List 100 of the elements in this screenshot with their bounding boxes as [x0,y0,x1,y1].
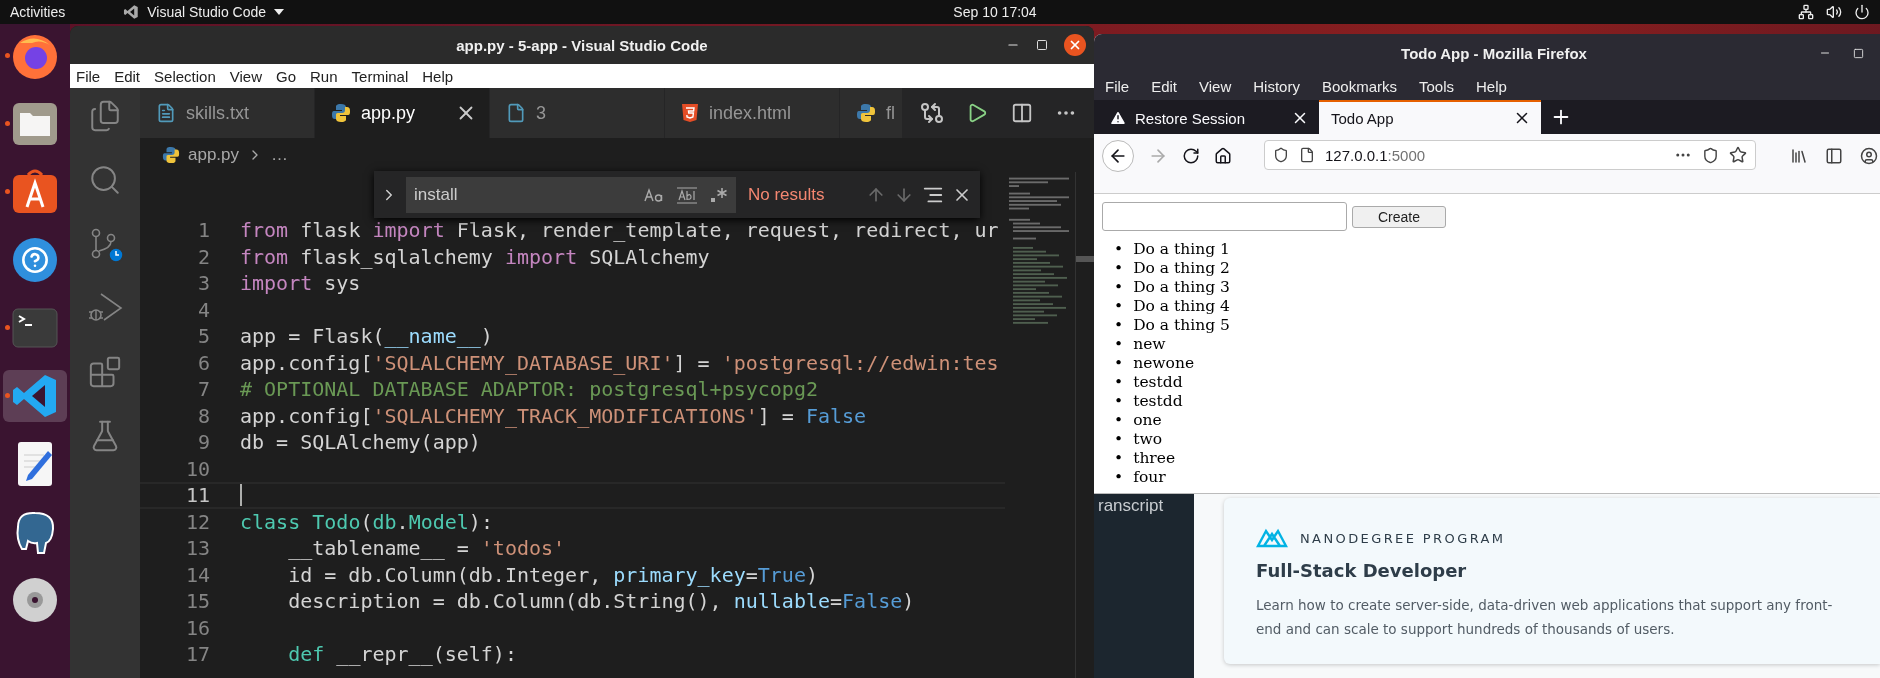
maximize-icon[interactable] [1036,39,1048,51]
account-icon[interactable] [1860,147,1878,165]
line-number: 17 [184,642,210,667]
logo-icon [1256,528,1288,548]
window-title: Todo App - Mozilla Firefox [1401,44,1587,62]
todo-item: testdd [1133,392,1183,411]
browser-tab[interactable]: Restore Session [1097,100,1319,134]
code-line: __tablename__ = 'todos' [287,536,566,561]
list-bullet: • [1114,240,1124,259]
menu-item[interactable]: Tools [1419,77,1454,95]
menu-item[interactable]: Help [422,67,454,85]
regex-icon[interactable] [710,185,728,204]
bookmark-star-icon[interactable] [1729,146,1747,164]
running-dot [5,121,10,126]
disc-icon[interactable] [10,575,60,625]
menu-item[interactable]: Selection [154,67,216,85]
list-bullet: • [1114,354,1124,373]
close-button[interactable] [1064,34,1086,56]
explorer-icon[interactable] [88,99,122,133]
menu-item[interactable]: Run [310,67,338,85]
code-line: from flask import Flask, render_template, request, redirect, ur [240,218,999,243]
network-icon[interactable] [1798,4,1814,20]
menu-item[interactable]: Bookmarks [1321,77,1397,95]
code-line: db = SQLAlchemy(app) [240,430,481,455]
address-bar[interactable]: 127.0.0.1:5000 [1264,140,1756,170]
line-number: 5 [196,324,210,349]
scrollbar[interactable] [1075,172,1094,678]
line-number: 3 [196,271,210,296]
todo-item: Do a thing 2 [1133,259,1230,278]
editor-tab[interactable]: 3 [490,88,665,138]
menu-item[interactable]: View [1199,77,1232,95]
code-line: def __repr__(self): [287,642,517,667]
list-bullet: • [1114,411,1124,430]
compare-icon[interactable] [920,101,945,125]
line-number: 14 [184,562,210,587]
code-line: from flask_sqlalchemy import SQLAlchemy [240,244,710,269]
line-number: 1 [196,218,210,243]
line-number: 11 [184,483,210,508]
card-title: Full-Stack Developer [1256,560,1468,581]
caret-icon [274,8,285,16]
menu-item[interactable]: Edit [1151,77,1178,95]
split-editor-icon[interactable] [1010,102,1033,124]
editor-tab[interactable]: app.py [315,88,490,138]
sidebar-link[interactable]: ranscript [1098,496,1164,515]
todo-item: Do a thing 5 [1133,316,1230,335]
clock[interactable]: Sep 10 17:04 [953,4,1037,20]
line-number: 10 [184,456,210,481]
find-result: No results [748,184,825,205]
maximize-icon[interactable] [1853,47,1864,59]
menu-item[interactable]: File [1105,77,1130,95]
code-editor-icon [123,4,140,20]
line-number: 16 [184,615,210,640]
file-icon [506,103,526,123]
search-icon[interactable] [88,163,122,197]
line-number: 12 [184,509,210,534]
home-icon[interactable] [1214,147,1232,165]
whole-word-icon[interactable] [676,185,698,204]
breadcrumb-item[interactable]: app.py [188,145,240,165]
activities-button[interactable]: Activities [10,4,66,20]
todo-item: two [1133,430,1162,449]
menu-item[interactable]: Go [276,67,296,85]
todo-input-field[interactable] [1102,202,1347,231]
line-number: 9 [196,430,210,455]
running-dot [5,189,10,194]
menu-item[interactable]: History [1253,77,1300,95]
editor-tab[interactable]: index.html [665,88,840,138]
find-field[interactable]: install [406,176,736,213]
list-bullet: • [1114,259,1124,278]
help-icon[interactable] [10,235,60,285]
back-button[interactable] [1102,140,1134,172]
list-bullet: • [1114,316,1124,335]
breadcrumb-item[interactable]: … [271,145,289,165]
menu-item[interactable]: Terminal [351,67,409,85]
todo-item: one [1133,411,1162,430]
todo-item: new [1133,335,1166,354]
list-bullet: • [1114,278,1124,297]
todo-item: four [1133,468,1166,487]
menu-item[interactable]: View [229,67,262,85]
list-bullet: • [1114,297,1124,316]
volume-icon[interactable] [1826,4,1842,20]
browser-tab[interactable]: Todo App [1319,100,1541,134]
line-number: 15 [184,589,210,614]
editor-tab[interactable]: fl [840,88,903,138]
reload-icon[interactable] [1182,147,1200,165]
extensions-icon[interactable] [88,355,122,389]
sidebar-icon[interactable] [1825,147,1843,165]
match-case-icon[interactable] [644,186,664,203]
list-bullet: • [1114,392,1124,411]
shield-icon[interactable] [1273,147,1289,163]
power-icon[interactable] [1854,4,1870,20]
todo-item: Do a thing 3 [1133,278,1230,297]
library-icon[interactable] [1790,147,1808,165]
menu-item[interactable]: Edit [114,67,141,85]
menu-item[interactable]: Help [1476,77,1507,95]
editor-tab[interactable]: skills.txt [140,88,315,138]
todo-item: Do a thing 4 [1133,297,1230,316]
create-button[interactable]: Create [1352,205,1446,228]
app-menu[interactable]: Visual Studio Code [123,4,285,20]
text-cursor [240,484,242,507]
menu-item[interactable]: File [76,67,101,85]
